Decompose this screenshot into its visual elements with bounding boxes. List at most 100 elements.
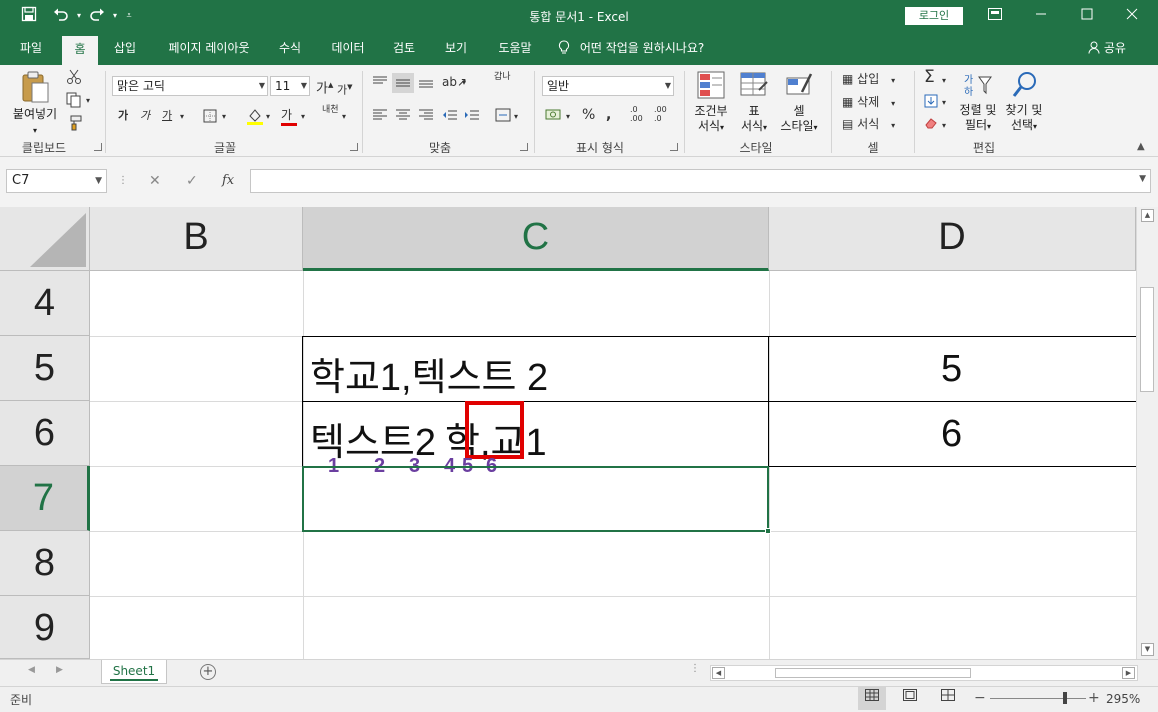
formula-input[interactable]: ▼ [250, 169, 1151, 193]
paste-button[interactable]: 붙여넣기 ▾ [10, 71, 60, 138]
row-header-5[interactable]: 5 [0, 336, 90, 401]
tab-home[interactable]: 홈 [62, 36, 98, 65]
collapse-ribbon-icon[interactable]: ▲ [1137, 141, 1145, 152]
percent-style-icon[interactable]: % [582, 107, 595, 123]
enter-icon[interactable]: ✓ [186, 173, 198, 189]
cell-d5[interactable]: 5 [941, 348, 962, 391]
page-break-view-icon[interactable] [934, 687, 962, 710]
maximize-icon[interactable] [1072, 5, 1102, 27]
autosum-icon[interactable]: Σ [924, 69, 935, 86]
borders-dropdown-icon[interactable]: ▾ [222, 109, 226, 125]
tab-page-layout[interactable]: 페이지 레이아웃 [158, 32, 260, 65]
phonetic-button[interactable]: 내천 [322, 105, 339, 115]
tab-help[interactable]: 도움말 [488, 32, 542, 65]
row-header-6[interactable]: 6 [0, 401, 90, 466]
cancel-icon[interactable]: ✕ [149, 173, 161, 189]
align-middle-icon[interactable] [392, 73, 414, 93]
vertical-scroll-thumb[interactable] [1140, 287, 1154, 392]
accounting-format-icon[interactable] [545, 107, 563, 127]
zoom-in-icon[interactable]: + [1088, 690, 1100, 706]
decrease-indent-icon[interactable] [442, 108, 458, 126]
align-bottom-icon[interactable] [418, 75, 434, 93]
font-color-icon[interactable]: 가 [281, 107, 297, 126]
find-select-button[interactable]: 찾기 및 선택▾ [1002, 71, 1046, 134]
increase-font-icon[interactable]: 가▲ [316, 77, 333, 97]
align-center-icon[interactable] [395, 108, 411, 126]
autosum-dropdown-icon[interactable]: ▾ [942, 73, 946, 89]
scroll-left-icon[interactable]: ◀ [712, 667, 725, 679]
wrap-text-button[interactable]: 갑나 [494, 72, 511, 82]
row-header-9[interactable]: 9 [0, 596, 90, 659]
merge-dropdown-icon[interactable]: ▾ [514, 109, 518, 125]
align-left-icon[interactable] [372, 108, 388, 126]
insert-function-icon[interactable]: fx [222, 173, 234, 188]
increase-decimal-icon[interactable]: .0.00 [630, 105, 643, 123]
phonetic-dropdown-icon[interactable]: ▾ [342, 109, 346, 125]
align-right-icon[interactable] [418, 108, 434, 126]
cell-styles-button[interactable]: 셀 스타일▾ [776, 70, 822, 135]
alignment-launcher-icon[interactable] [520, 143, 528, 151]
cell-d6[interactable]: 6 [941, 413, 962, 456]
copy-icon[interactable] [66, 92, 82, 112]
horizontal-scroll-thumb[interactable] [775, 668, 971, 678]
zoom-level[interactable]: 295% [1106, 692, 1140, 706]
zoom-slider-handle[interactable] [1063, 692, 1067, 704]
vertical-scrollbar[interactable]: ▲ ▼ [1136, 207, 1158, 659]
clear-icon[interactable] [924, 117, 938, 133]
column-header-b[interactable]: B [90, 207, 303, 271]
column-header-d[interactable]: D [769, 207, 1136, 271]
font-size-combo[interactable]: 11 ▼ [270, 76, 310, 96]
comma-style-icon[interactable]: , [606, 107, 611, 123]
sort-filter-button[interactable]: 가하 정렬 및 필터▾ [956, 71, 1000, 134]
tab-file[interactable]: 파일 [8, 32, 54, 65]
sheet-next-icon[interactable]: ▶ [56, 665, 63, 675]
row-header-7[interactable]: 7 [0, 466, 90, 531]
scroll-down-icon[interactable]: ▼ [1141, 643, 1154, 656]
login-button[interactable]: 로그인 [905, 7, 963, 25]
insert-cells-button[interactable]: ▦ 삽입 ▾ [842, 71, 895, 89]
expand-formula-icon[interactable]: ▼ [1139, 174, 1146, 184]
align-top-icon[interactable] [372, 75, 388, 93]
row-header-4[interactable]: 4 [0, 271, 90, 336]
number-launcher-icon[interactable] [670, 143, 678, 151]
column-header-c[interactable]: C [303, 207, 769, 271]
cell-c5[interactable]: 학교1,텍스트 2 [310, 346, 548, 401]
tab-insert[interactable]: 삽입 [106, 32, 144, 65]
add-sheet-icon[interactable]: + [200, 664, 216, 680]
name-box[interactable]: C7 ▼ [6, 169, 107, 193]
accounting-dropdown-icon[interactable]: ▾ [566, 109, 570, 125]
tab-data[interactable]: 데이터 [323, 32, 373, 65]
split-handle-icon[interactable]: ⋮ [690, 663, 700, 674]
clear-dropdown-icon[interactable]: ▾ [942, 118, 946, 134]
font-launcher-icon[interactable] [350, 143, 358, 151]
underline-button[interactable]: 가 [162, 108, 172, 124]
copy-dropdown-icon[interactable]: ▾ [86, 93, 90, 109]
horizontal-scrollbar[interactable]: ◀ ▶ [710, 665, 1138, 681]
bold-button[interactable]: 가 [118, 108, 128, 124]
decrease-decimal-icon[interactable]: .00.0 [654, 105, 667, 123]
cut-icon[interactable] [66, 69, 82, 89]
zoom-slider[interactable] [990, 698, 1086, 699]
format-painter-icon[interactable] [66, 115, 82, 135]
clipboard-launcher-icon[interactable] [94, 143, 102, 151]
close-icon[interactable] [1117, 5, 1147, 27]
active-cell-c7[interactable] [302, 466, 769, 532]
fill-handle[interactable] [765, 528, 771, 534]
number-format-combo[interactable]: 일반 ▼ [542, 76, 674, 96]
share-button[interactable]: 공유 [1088, 32, 1126, 65]
fill-color-dropdown-icon[interactable]: ▾ [266, 109, 270, 125]
ribbon-display-icon[interactable] [980, 5, 1010, 27]
tell-me-search[interactable]: 어떤 작업을 원하시나요? [558, 32, 704, 65]
format-as-table-button[interactable]: 표 서식▾ [736, 70, 772, 135]
tab-review[interactable]: 검토 [384, 32, 424, 65]
conditional-format-button[interactable]: 조건부 서식▾ [690, 70, 732, 135]
tab-formulas[interactable]: 수식 [270, 32, 310, 65]
decrease-font-icon[interactable]: 가▼ [337, 79, 353, 99]
zoom-out-icon[interactable]: − [974, 690, 986, 706]
page-layout-view-icon[interactable] [896, 687, 924, 710]
minimize-icon[interactable] [1026, 5, 1056, 27]
font-name-combo[interactable]: 맑은 고딕 ▼ [112, 76, 268, 96]
underline-dropdown-icon[interactable]: ▾ [180, 109, 184, 125]
format-cells-button[interactable]: ▤ 서식 ▾ [842, 116, 895, 134]
borders-icon[interactable] [203, 109, 217, 127]
